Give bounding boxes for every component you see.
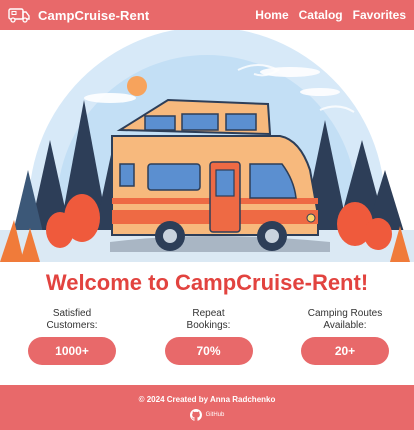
camper-van-illustration xyxy=(0,30,414,262)
copyright-text: © 2024 Created by Anna Radchenko xyxy=(138,394,276,404)
main-nav: Home Catalog Favorites xyxy=(255,8,406,22)
brand[interactable]: CampCruise-Rent xyxy=(8,7,149,23)
brand-name: CampCruise-Rent xyxy=(38,7,150,23)
stat-value-badge: 1000+ xyxy=(28,337,116,365)
welcome-heading: Welcome to CampCruise-Rent! xyxy=(45,270,369,295)
site-header: CampCruise-Rent Home Catalog Favorites xyxy=(0,0,414,30)
camper-van-icon xyxy=(8,8,30,23)
nav-home-link[interactable]: Home xyxy=(255,8,288,22)
nav-favorites-link[interactable]: Favorites xyxy=(353,8,406,22)
github-link[interactable]: GitHub xyxy=(189,408,225,421)
hero-illustration xyxy=(0,30,414,262)
site-footer: © 2024 Created by Anna Radchenko GitHub xyxy=(0,385,414,430)
stat-label: Satisfied Customers: xyxy=(46,308,98,331)
stat-label: Camping Routes Available: xyxy=(307,308,383,331)
github-label: GitHub xyxy=(205,411,225,418)
stat-repeat-bookings: Repeat Bookings: 70% xyxy=(164,308,253,365)
nav-catalog-link[interactable]: Catalog xyxy=(299,8,343,22)
stat-value-badge: 20+ xyxy=(301,337,389,365)
stat-value-badge: 70% xyxy=(164,337,253,365)
stat-label: Repeat Bookings: xyxy=(186,308,231,331)
stat-satisfied-customers: Satisfied Customers: 1000+ xyxy=(28,308,116,365)
stats-section: Satisfied Customers: 1000+ Repeat Bookin… xyxy=(0,308,414,365)
stat-camping-routes: Camping Routes Available: 20+ xyxy=(301,308,389,365)
github-icon xyxy=(189,408,202,421)
